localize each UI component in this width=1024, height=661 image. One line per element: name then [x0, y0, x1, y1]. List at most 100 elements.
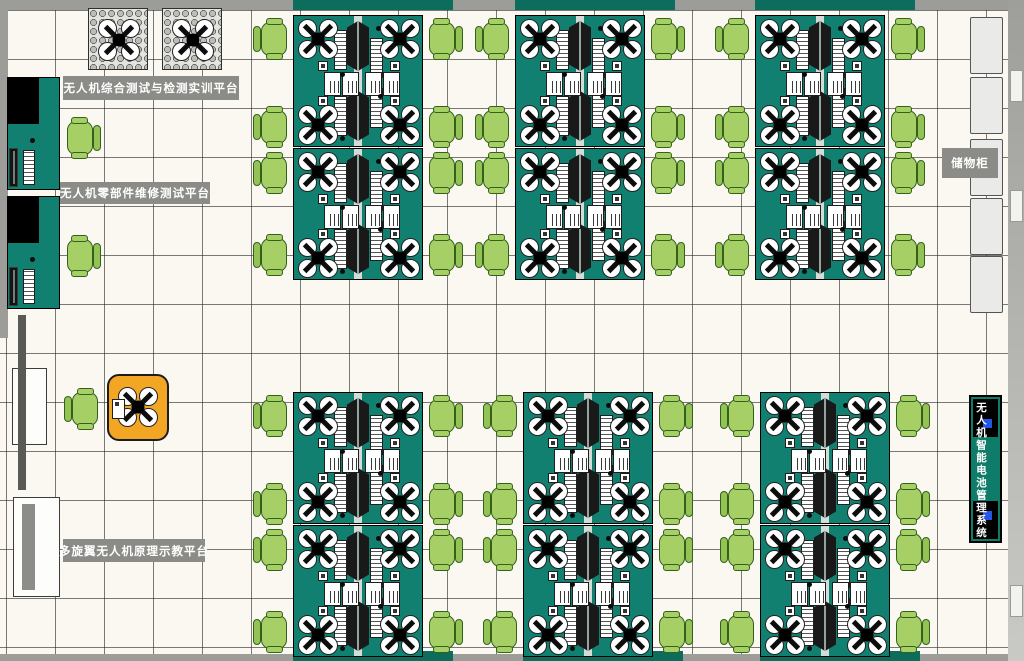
workstation-cluster[interactable]	[515, 15, 645, 280]
chair[interactable]	[253, 483, 291, 525]
chair[interactable]	[647, 234, 685, 276]
chair-arm	[433, 106, 450, 113]
chair[interactable]	[892, 611, 930, 653]
chair[interactable]	[647, 18, 685, 60]
chair[interactable]	[253, 152, 291, 194]
tag-icon	[540, 61, 550, 71]
chair[interactable]	[887, 152, 925, 194]
chair-arm	[663, 611, 680, 618]
chair[interactable]	[475, 106, 513, 148]
repair-test-bench[interactable]	[7, 196, 60, 309]
drone-icon	[298, 529, 338, 569]
chair[interactable]	[425, 152, 463, 194]
chair[interactable]	[720, 483, 758, 525]
chair[interactable]	[715, 18, 753, 60]
storage-cabinet[interactable]	[970, 198, 1003, 255]
chair[interactable]	[655, 611, 693, 653]
drone-icon	[765, 396, 805, 436]
drone-net-cage[interactable]	[88, 8, 148, 70]
chair[interactable]	[425, 18, 463, 60]
chair[interactable]	[647, 106, 685, 148]
chair[interactable]	[715, 152, 753, 194]
drone-icon	[380, 615, 420, 655]
chair[interactable]	[483, 483, 521, 525]
chair[interactable]	[253, 106, 291, 148]
chair-arm	[733, 646, 750, 653]
workstation-table	[515, 148, 645, 280]
drone-icon	[847, 615, 887, 655]
workstation-cluster[interactable]	[755, 15, 885, 280]
chair[interactable]	[892, 395, 930, 437]
chair-arm	[900, 611, 917, 618]
chair[interactable]	[425, 529, 463, 571]
chair[interactable]	[720, 395, 758, 437]
battery-management-unit[interactable]: 无人机智能电池管理系统	[969, 395, 1002, 543]
chair-seat	[483, 22, 509, 56]
chair[interactable]	[425, 395, 463, 437]
chair[interactable]	[892, 529, 930, 571]
chair-back	[475, 114, 483, 140]
workstation-cluster[interactable]	[760, 392, 890, 657]
drone-icon	[765, 482, 805, 522]
chair[interactable]	[720, 611, 758, 653]
tag-icon	[548, 438, 558, 448]
chair[interactable]	[720, 529, 758, 571]
chair[interactable]	[253, 611, 291, 653]
chair[interactable]	[483, 529, 521, 571]
storage-cabinet[interactable]	[970, 256, 1003, 313]
chair-back	[917, 26, 925, 52]
chair-back	[483, 537, 491, 563]
chair-back	[720, 491, 728, 517]
chair[interactable]	[425, 106, 463, 148]
chair[interactable]	[483, 395, 521, 437]
chair[interactable]	[887, 234, 925, 276]
monitor-icon	[814, 468, 836, 518]
repair-test-bench[interactable]	[7, 77, 60, 190]
storage-cabinet[interactable]	[970, 17, 1003, 74]
chair-back	[720, 619, 728, 645]
chair[interactable]	[715, 106, 753, 148]
chair[interactable]	[253, 529, 291, 571]
chair[interactable]	[64, 388, 102, 430]
chair[interactable]	[647, 152, 685, 194]
chair-arm	[433, 483, 450, 490]
chair[interactable]	[475, 152, 513, 194]
chair-back	[253, 537, 261, 563]
chair[interactable]	[655, 395, 693, 437]
chair[interactable]	[253, 395, 291, 437]
chair[interactable]	[63, 117, 101, 159]
chair[interactable]	[655, 483, 693, 525]
projection-screen-bar[interactable]	[18, 315, 26, 490]
drone-net-cage[interactable]	[162, 8, 222, 70]
chair[interactable]	[425, 611, 463, 653]
chair[interactable]	[715, 234, 753, 276]
chair[interactable]	[63, 235, 101, 277]
drone-icon	[520, 19, 560, 59]
wall-cabinet-board[interactable]	[13, 497, 60, 597]
workstation-cluster[interactable]	[293, 15, 423, 280]
chair[interactable]	[253, 18, 291, 60]
chair[interactable]	[425, 483, 463, 525]
chair[interactable]	[887, 106, 925, 148]
chair-seat	[429, 615, 455, 649]
chair[interactable]	[483, 611, 521, 653]
chair-arm	[733, 430, 750, 437]
chair-seat	[429, 110, 455, 144]
chair-back	[253, 491, 261, 517]
multirotor-demo-pad[interactable]	[107, 374, 169, 441]
chair-back	[483, 491, 491, 517]
chair[interactable]	[655, 529, 693, 571]
chair[interactable]	[475, 18, 513, 60]
chair[interactable]	[887, 18, 925, 60]
chair[interactable]	[425, 234, 463, 276]
chair[interactable]	[475, 234, 513, 276]
workstation-cluster[interactable]	[523, 392, 653, 657]
tag-icon	[548, 571, 558, 581]
storage-cabinet[interactable]	[970, 77, 1003, 134]
chair-arm	[728, 269, 745, 276]
workstation-cluster[interactable]	[293, 392, 423, 657]
chair[interactable]	[253, 234, 291, 276]
workstation-table	[293, 15, 423, 147]
chair[interactable]	[892, 483, 930, 525]
wall-green-segment	[515, 0, 675, 10]
